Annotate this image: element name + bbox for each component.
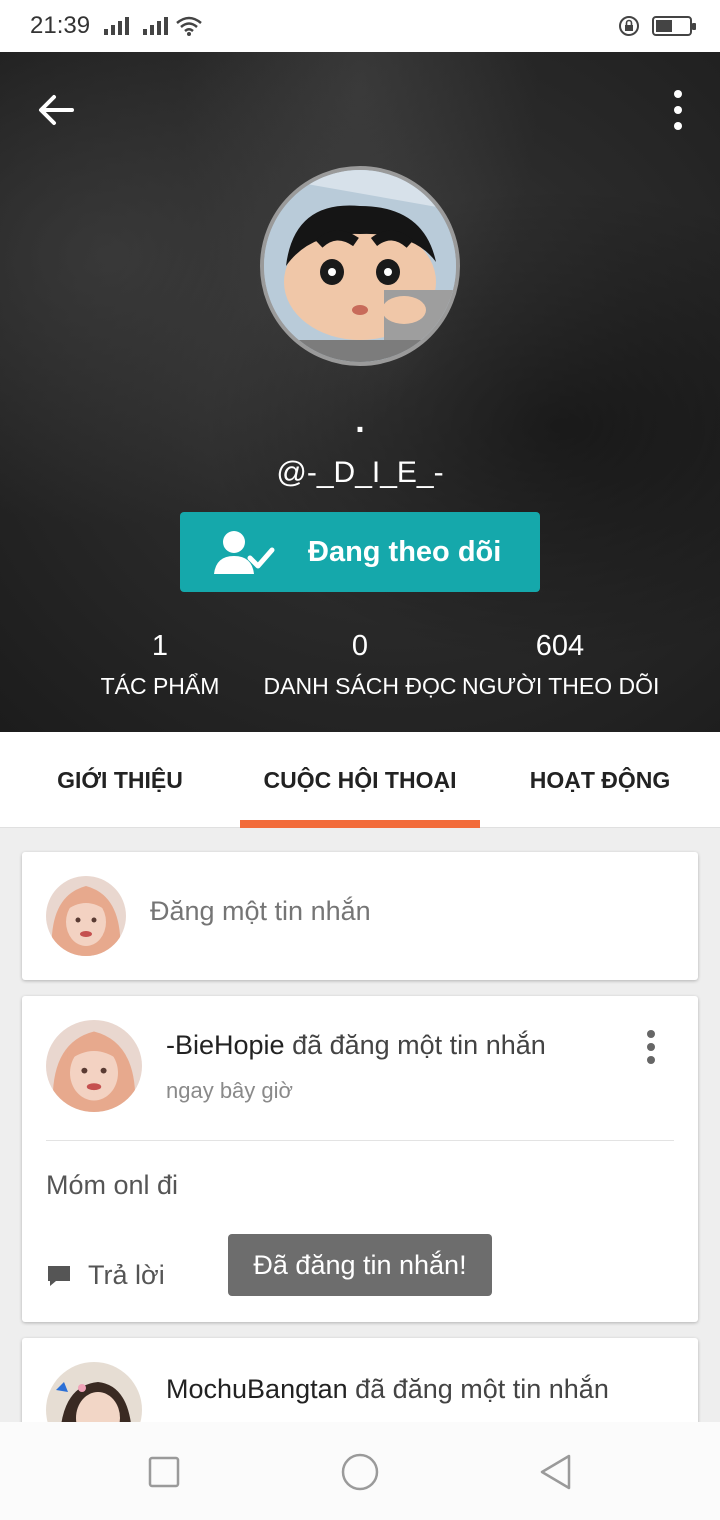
system-nav-bar (0, 1422, 720, 1520)
message-body: Móm onl đi (46, 1170, 179, 1200)
stat-works[interactable]: 1 TÁC PHẨM (90, 630, 230, 700)
stat-reading-lists[interactable]: 0 DANH SÁCH ĐỌC (260, 630, 460, 700)
following-button[interactable]: Đang theo dõi (180, 512, 540, 592)
battery-icon (652, 16, 696, 36)
message-more-button[interactable] (644, 1030, 658, 1064)
stat-works-label: TÁC PHẨM (100, 673, 220, 699)
more-options-button[interactable] (668, 90, 688, 130)
following-button-label: Đang theo dõi (308, 536, 502, 568)
stat-followers-label: NGƯỜI THEO DÕI (462, 673, 660, 699)
post-message-input[interactable]: Đăng một tin nhắn (150, 896, 371, 927)
profile-stats: 1 TÁC PHẨM 0 DANH SÁCH ĐỌC 604 NGƯỜI THE… (0, 630, 720, 710)
home-circle-icon[interactable] (340, 1452, 380, 1492)
signal-icon-2 (143, 17, 169, 35)
author-avatar[interactable] (46, 1020, 142, 1112)
status-left: 21:39 (30, 12, 202, 40)
status-time: 21:39 (30, 12, 91, 39)
status-bar: 21:39 (0, 0, 720, 52)
message-author[interactable]: -BieHopie (166, 1030, 285, 1060)
message-action-2: đã đăng một tin nhắn (347, 1374, 609, 1404)
back-button[interactable] (32, 86, 80, 134)
divider (46, 1140, 674, 1141)
message-action: đã đăng một tin nhắn (284, 1030, 546, 1060)
username: @-_D_I_E_- (276, 456, 444, 489)
comment-icon (48, 1265, 70, 1286)
stat-reading-lists-label: DANH SÁCH ĐỌC (263, 673, 457, 699)
signal-icon (104, 17, 130, 35)
tab-about[interactable]: GIỚI THIỆU (0, 732, 240, 828)
pink-hair-avatar-image (46, 1020, 142, 1112)
message-author-2[interactable]: MochuBangtan (166, 1374, 348, 1404)
profile-header: . @-_D_I_E_- Đang theo dõi 1 TÁC PHẨM 0 … (0, 52, 720, 732)
reply-label: Trả lời (88, 1260, 165, 1290)
wifi-icon (176, 16, 202, 36)
status-right (618, 15, 696, 37)
tab-conversations[interactable]: CUỘC HỘI THOẠI (240, 732, 480, 828)
reply-button[interactable]: Trả lời (46, 1260, 165, 1291)
current-user-avatar (46, 876, 126, 956)
stat-followers-value: 604 (535, 630, 585, 662)
profile-avatar[interactable] (260, 166, 460, 366)
cartoon-avatar-image (264, 170, 456, 362)
pink-hair-avatar-image (46, 876, 126, 956)
back-triangle-icon[interactable] (536, 1452, 576, 1492)
stat-reading-lists-value: 0 (351, 630, 369, 662)
display-name: . (355, 402, 365, 440)
stat-works-value: 1 (151, 630, 169, 662)
message-header-2: MochuBangtan đã đăng một tin nhắn (166, 1374, 609, 1405)
recents-square-icon[interactable] (144, 1452, 184, 1492)
rotation-lock-icon (619, 16, 639, 36)
profile-tabs: GIỚI THIỆU CUỘC HỘI THOẠI HOẠT ĐỘNG (0, 732, 720, 828)
stat-followers[interactable]: 604 NGƯỜI THEO DÕI (462, 630, 660, 700)
tab-activity[interactable]: HOẠT ĐỘNG (480, 732, 720, 828)
arrow-back-icon (39, 95, 74, 125)
toast-message: Đã đăng tin nhắn! (228, 1234, 492, 1296)
active-tab-indicator (240, 820, 480, 828)
message-time: ngay bây giờ (166, 1078, 293, 1103)
message-header: -BieHopie đã đăng một tin nhắn (166, 1030, 546, 1061)
user-check-icon (214, 531, 275, 574)
post-message-card: Đăng một tin nhắn (22, 852, 698, 980)
